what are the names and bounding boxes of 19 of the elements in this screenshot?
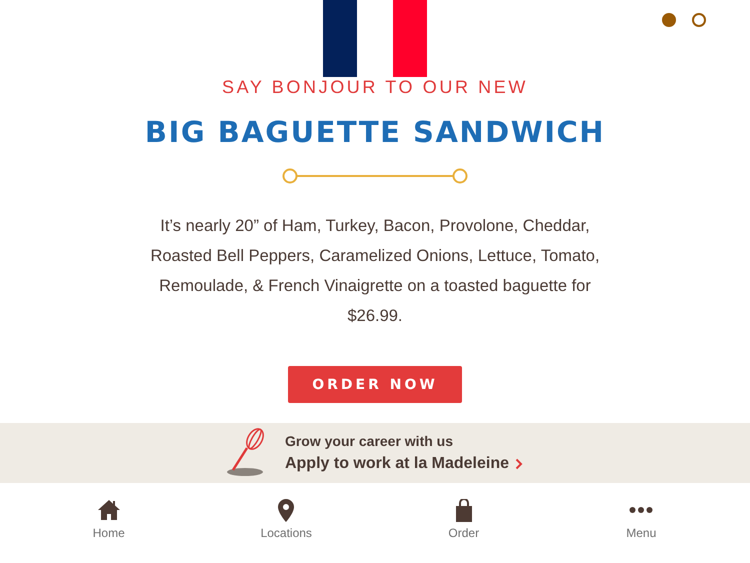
career-heading: Grow your career with us bbox=[284, 433, 454, 449]
promo-title: BIG BAGUETTE SANDWICH bbox=[144, 115, 606, 149]
shopping-bag-icon bbox=[454, 498, 473, 522]
nav-tab[interactable]: Locations bbox=[198, 483, 375, 563]
whisk-icon bbox=[226, 428, 267, 478]
nav-tab[interactable]: Home bbox=[20, 483, 198, 563]
carousel-dot[interactable] bbox=[662, 13, 676, 27]
more-icon bbox=[629, 506, 654, 514]
nav-tab[interactable]: Order bbox=[375, 483, 552, 563]
order-now-button[interactable]: ORDER NOW bbox=[288, 366, 462, 403]
home-icon bbox=[96, 499, 121, 521]
nav-tab[interactable]: Menu bbox=[552, 483, 730, 563]
carousel-dot[interactable] bbox=[692, 13, 706, 27]
promo-eyebrow: SAY BONJOUR TO OUR NEW bbox=[222, 77, 528, 97]
chevron-right-icon bbox=[515, 458, 524, 470]
promo-description: It’s nearly 20” of Ham, Turkey, Bacon, Provolone, Cheddar, Roasted Bell Peppers, Caramelized Onions, Lettuce, Tomato, Remoulade, & French Vinaigrette on a toasted baguette for $26.99. bbox=[149, 216, 601, 327]
map-pin-icon bbox=[278, 498, 294, 522]
apply-link[interactable]: Apply to work at la Madeleine bbox=[284, 455, 524, 473]
french-flag-icon bbox=[323, 0, 427, 77]
